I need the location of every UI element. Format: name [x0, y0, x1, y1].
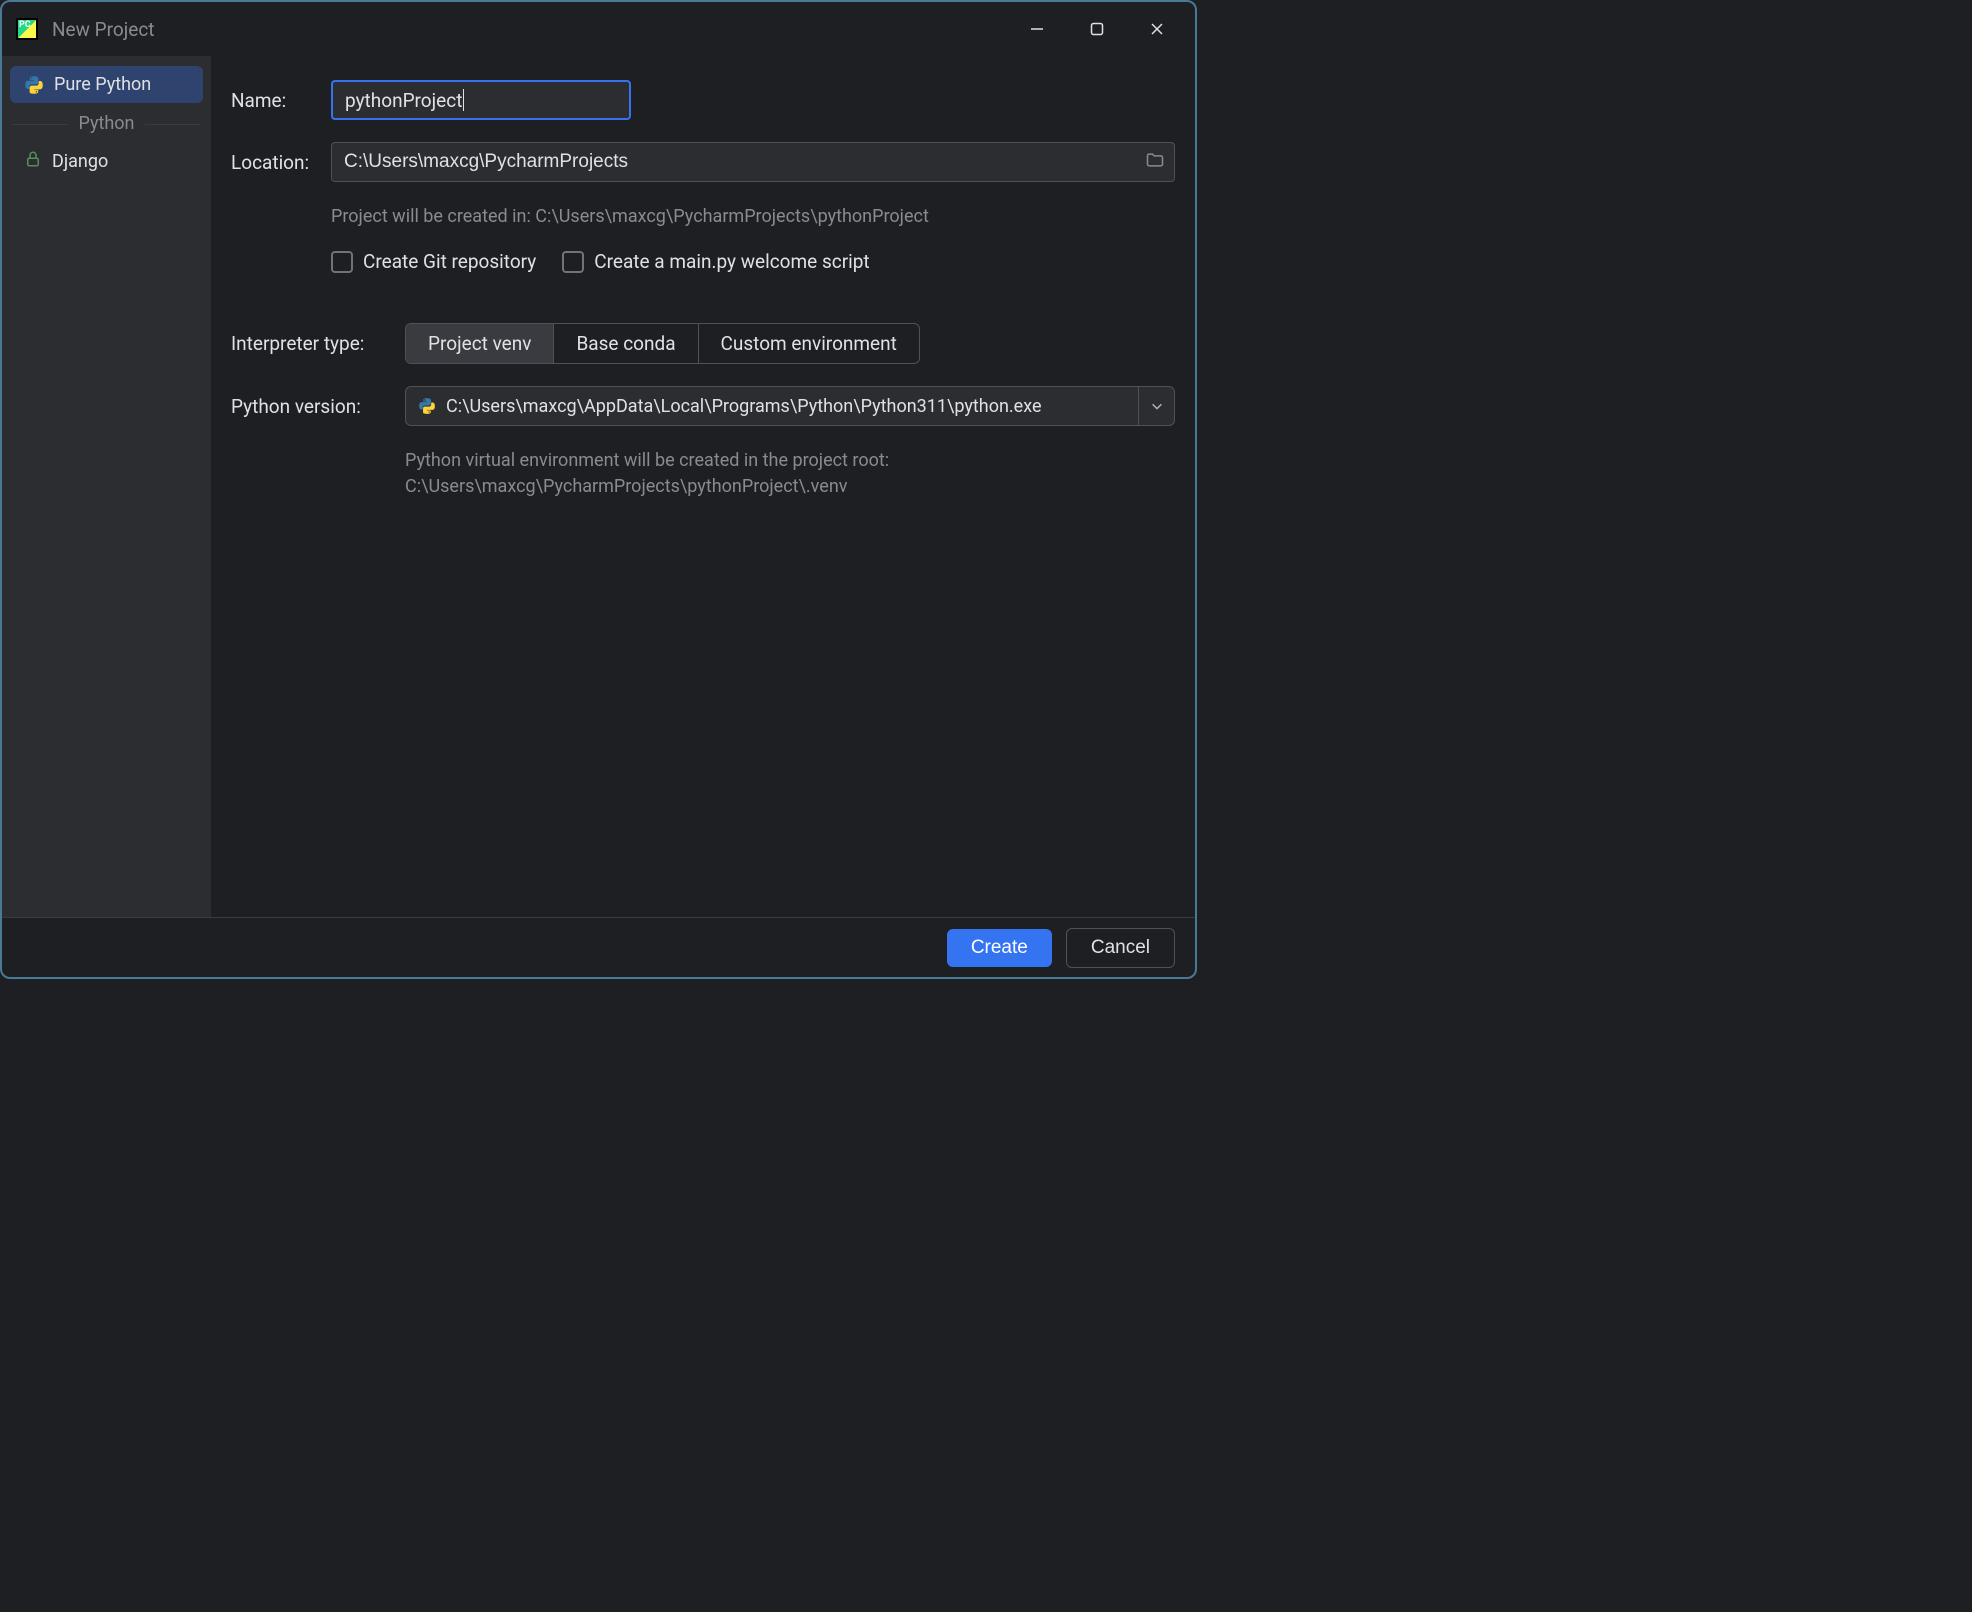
- git-checkbox[interactable]: Create Git repository: [331, 250, 536, 273]
- python-version-select[interactable]: C:\Users\maxcg\AppData\Local\Programs\Py…: [405, 386, 1175, 426]
- python-version-value: C:\Users\maxcg\AppData\Local\Programs\Py…: [406, 396, 1138, 417]
- checkbox-box: [331, 251, 353, 273]
- mainpy-checkbox[interactable]: Create a main.py welcome script: [562, 250, 869, 273]
- sidebar-item-django[interactable]: Django: [10, 142, 203, 181]
- interpreter-segmented: Project venv Base conda Custom environme…: [405, 323, 920, 364]
- minimize-button[interactable]: [1025, 17, 1049, 41]
- create-button[interactable]: Create: [947, 929, 1052, 967]
- sidebar: Pure Python Python Django: [2, 56, 211, 917]
- close-button[interactable]: [1145, 17, 1169, 41]
- segmented-custom-env[interactable]: Custom environment: [698, 324, 919, 363]
- location-label: Location:: [231, 151, 331, 174]
- mainpy-checkbox-label: Create a main.py welcome script: [594, 250, 869, 273]
- location-input[interactable]: [331, 142, 1175, 182]
- segmented-base-conda[interactable]: Base conda: [553, 324, 697, 363]
- maximize-button[interactable]: [1085, 17, 1109, 41]
- main-panel: Name: pythonProject Location: Project wi…: [211, 56, 1195, 917]
- interpreter-row: Interpreter type: Project venv Base cond…: [231, 323, 1175, 364]
- python-version-label: Python version:: [231, 395, 405, 418]
- git-checkbox-label: Create Git repository: [363, 250, 536, 273]
- name-input[interactable]: pythonProject: [331, 80, 631, 120]
- cancel-button[interactable]: Cancel: [1066, 928, 1175, 968]
- sidebar-item-label: Django: [52, 151, 108, 172]
- interpreter-label: Interpreter type:: [231, 332, 405, 355]
- pycharm-icon: PC: [16, 18, 38, 40]
- location-row: Location:: [231, 142, 1175, 182]
- sidebar-item-pure-python[interactable]: Pure Python: [10, 66, 203, 103]
- titlebar: PC New Project: [2, 2, 1195, 56]
- chevron-down-icon[interactable]: [1138, 387, 1174, 425]
- sidebar-section-python: Python: [10, 113, 203, 134]
- lock-icon: [24, 150, 42, 173]
- python-icon: [418, 397, 436, 415]
- venv-hint: Python virtual environment will be creat…: [405, 448, 1175, 500]
- name-input-value: pythonProject: [345, 89, 462, 112]
- window-title: New Project: [52, 18, 154, 41]
- window-controls: [1025, 17, 1181, 41]
- checkbox-row: Create Git repository Create a main.py w…: [331, 250, 1175, 273]
- venv-hint-line2: C:\Users\maxcg\PycharmProjects\pythonPro…: [405, 474, 1175, 500]
- python-icon: [24, 75, 44, 95]
- name-label: Name:: [231, 89, 331, 112]
- segmented-project-venv[interactable]: Project venv: [406, 324, 553, 363]
- name-row: Name: pythonProject: [231, 80, 1175, 120]
- checkbox-box: [562, 251, 584, 273]
- python-version-path: C:\Users\maxcg\AppData\Local\Programs\Py…: [446, 396, 1042, 417]
- sidebar-item-label: Pure Python: [54, 74, 151, 95]
- browse-folder-icon[interactable]: [1145, 150, 1165, 174]
- content-area: Pure Python Python Django Name: pythonPr…: [2, 56, 1195, 917]
- footer: Create Cancel: [2, 917, 1195, 977]
- location-hint: Project will be created in: C:\Users\max…: [331, 204, 1175, 230]
- python-version-row: Python version: C:\Users\maxcg\AppData\L…: [231, 386, 1175, 426]
- venv-hint-line1: Python virtual environment will be creat…: [405, 448, 1175, 474]
- text-caret: [463, 89, 464, 111]
